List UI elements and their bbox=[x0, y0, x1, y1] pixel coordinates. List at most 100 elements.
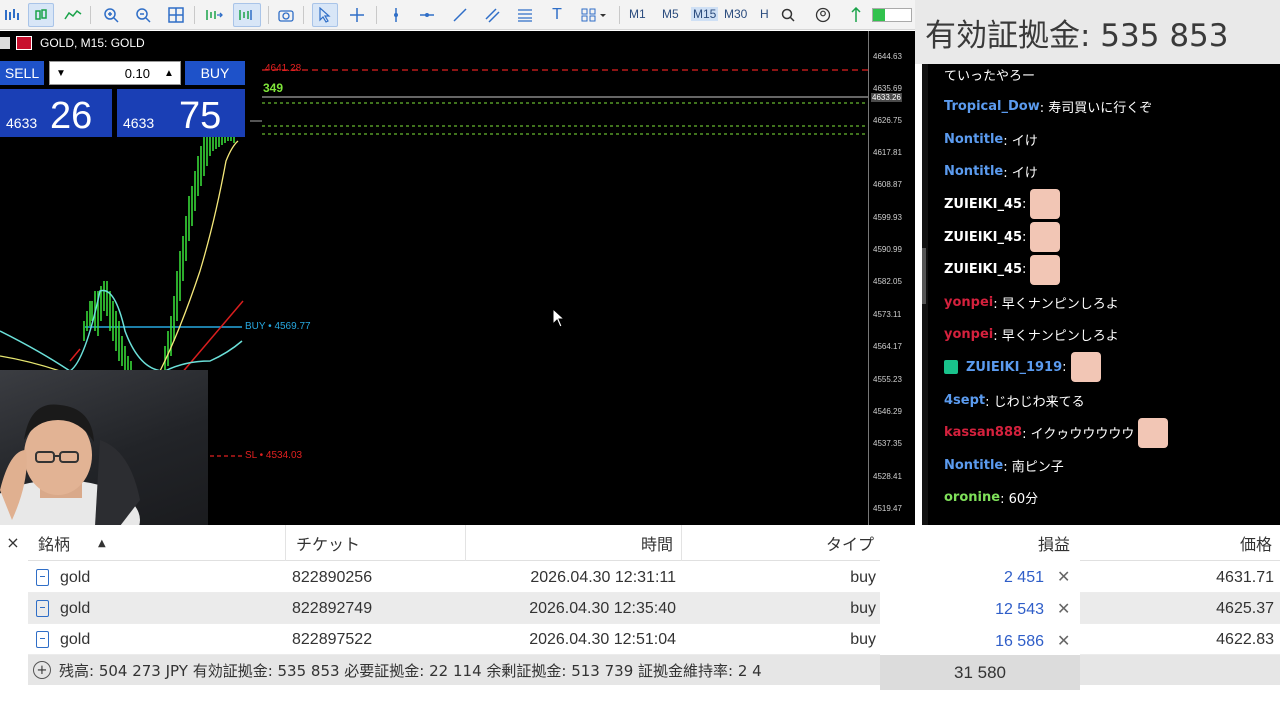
chat-emote-icon bbox=[1030, 254, 1061, 285]
chat-text: : イクゥウウウウウ bbox=[1022, 427, 1135, 443]
price-label: 4635.69 bbox=[873, 84, 902, 93]
chat-author[interactable]: yonpei bbox=[944, 327, 993, 342]
buy-price-pips: 75 bbox=[179, 95, 222, 137]
lot-size-value[interactable]: 0.10 bbox=[72, 66, 158, 81]
sell-price-box[interactable]: 4633 26 bbox=[0, 89, 112, 137]
trendline-icon[interactable] bbox=[449, 3, 471, 27]
screenshot-icon[interactable] bbox=[275, 3, 297, 27]
channel-icon[interactable] bbox=[481, 3, 503, 27]
candlestick-icon[interactable] bbox=[28, 3, 54, 27]
position-time: 2026.04.30 12:35:40 bbox=[529, 599, 676, 617]
chat-author[interactable]: Nontitle bbox=[944, 164, 1003, 179]
buy-order-line-label[interactable]: BUY • 4569.77 bbox=[245, 321, 311, 332]
sell-button[interactable]: SELL bbox=[0, 61, 44, 85]
position-row[interactable]: gold 822897522 2026.04.30 12:51:04 buy 4622.… bbox=[28, 624, 1280, 655]
close-position-icon[interactable]: ✕ bbox=[1057, 599, 1070, 618]
chat-text: : bbox=[1062, 359, 1067, 375]
column-ticket[interactable]: チケット bbox=[286, 525, 466, 561]
grid-icon[interactable] bbox=[165, 3, 187, 27]
signal-icon[interactable] bbox=[845, 3, 867, 27]
chart-title-text: GOLD, M15: GOLD bbox=[40, 36, 145, 50]
price-label: 4617.81 bbox=[873, 148, 902, 157]
close-position-icon[interactable]: ✕ bbox=[1057, 567, 1070, 586]
chat-author[interactable]: ZUIEIKI_45 bbox=[944, 262, 1022, 277]
chat-author[interactable]: ZUIEIKI_45 bbox=[944, 197, 1022, 212]
lot-decrease-icon[interactable]: ▼ bbox=[50, 68, 72, 79]
chat-author[interactable]: Nontitle bbox=[944, 132, 1003, 147]
price-label: 4546.29 bbox=[873, 407, 902, 416]
account-summary-text: 残高: 504 273 JPY 有効証拠金: 535 853 必要証拠金: 22… bbox=[59, 661, 762, 680]
chat-author[interactable]: ZUIEIKI_1919 bbox=[966, 360, 1062, 375]
price-label: 4608.87 bbox=[873, 180, 902, 189]
chat-author[interactable]: Nontitle bbox=[944, 458, 1003, 473]
price-label: 4626.75 bbox=[873, 116, 902, 125]
timeframe-m15[interactable]: M15 bbox=[691, 7, 719, 21]
close-icon[interactable]: × bbox=[4, 533, 22, 553]
fibonacci-icon[interactable] bbox=[514, 3, 536, 27]
cursor-tool-icon[interactable] bbox=[312, 3, 338, 27]
live-chat[interactable]: ていったやろー Tropical_Dow: 寿司買いに行くぞ Nontitle : イ… bbox=[922, 64, 1280, 525]
timeframe-h[interactable]: H bbox=[760, 7, 769, 21]
chat-author[interactable]: oronine bbox=[944, 490, 1000, 505]
column-time[interactable]: 時間 bbox=[466, 525, 682, 561]
line-chart-icon[interactable] bbox=[62, 3, 84, 27]
chat-message: kassan888: イクゥウウウウウ bbox=[944, 417, 1169, 449]
position-price: 4631.71 bbox=[1216, 568, 1274, 586]
price-label: 4528.41 bbox=[873, 472, 902, 481]
chat-scrollbar[interactable] bbox=[922, 64, 928, 525]
position-profit: 16 586 bbox=[995, 632, 1044, 650]
search-icon[interactable] bbox=[777, 3, 799, 27]
horizontal-line-icon[interactable] bbox=[416, 3, 438, 27]
vertical-line-icon[interactable] bbox=[385, 3, 407, 27]
timeframe-m30[interactable]: M30 bbox=[724, 7, 747, 21]
chat-text: : 60分 bbox=[1000, 492, 1039, 508]
zoom-in-icon[interactable] bbox=[100, 3, 122, 27]
column-price[interactable]: 価格 bbox=[1080, 525, 1280, 561]
shapes-dropdown-icon[interactable] bbox=[577, 3, 611, 27]
stop-loss-label[interactable]: SL • 4534.03 bbox=[245, 450, 302, 461]
chat-author[interactable]: 4sept bbox=[944, 393, 985, 408]
chat-author[interactable]: Tropical_Dow bbox=[944, 99, 1040, 114]
add-icon[interactable]: + bbox=[33, 661, 51, 679]
close-position-icon[interactable]: ✕ bbox=[1057, 631, 1070, 650]
position-symbol: gold bbox=[60, 599, 91, 617]
chat-author[interactable]: kassan888 bbox=[944, 425, 1022, 440]
position-ticket: 822897522 bbox=[292, 630, 373, 648]
account-icon[interactable] bbox=[812, 3, 834, 27]
buy-button[interactable]: BUY bbox=[185, 61, 245, 85]
lot-size-stepper[interactable]: ▼ 0.10 ▲ bbox=[49, 61, 181, 85]
chart-shift-icon[interactable] bbox=[233, 3, 261, 27]
chat-text: ていったやろー bbox=[944, 68, 1036, 84]
crosshair-icon[interactable] bbox=[346, 3, 368, 27]
timeframe-m5[interactable]: M5 bbox=[662, 7, 679, 21]
chat-emote-icon bbox=[1030, 222, 1061, 252]
chat-message: ZUIEIKI_45: bbox=[944, 188, 1061, 220]
position-price: 4622.83 bbox=[1216, 630, 1274, 648]
position-row[interactable]: gold 822890256 2026.04.30 12:31:11 buy 4631.… bbox=[28, 562, 1280, 593]
position-row[interactable]: gold 822892749 2026.04.30 12:35:40 buy 4625.… bbox=[28, 593, 1280, 624]
chat-message: ZUIEIKI_45: bbox=[944, 221, 1061, 253]
buy-price-box[interactable]: 4633 75 bbox=[117, 89, 245, 137]
bar-chart-icon[interactable] bbox=[2, 3, 22, 27]
chat-author[interactable]: yonpei bbox=[944, 295, 993, 310]
positions-table-header: 銘柄 ▲ チケット 時間 タイプ 価格 bbox=[28, 525, 1280, 561]
text-tool-icon[interactable]: T bbox=[546, 3, 568, 27]
timeframe-m1[interactable]: M1 bbox=[629, 7, 646, 21]
price-label: 4573.11 bbox=[873, 310, 902, 319]
column-type[interactable]: タイプ bbox=[682, 525, 880, 561]
chat-author[interactable]: ZUIEIKI_45 bbox=[944, 230, 1022, 245]
document-icon bbox=[36, 631, 49, 648]
webcam-overlay bbox=[0, 370, 208, 526]
chat-message: yonpei: 早くナンピンしろよ bbox=[944, 319, 1119, 351]
column-profit[interactable]: 損益 bbox=[880, 525, 1080, 561]
column-symbol[interactable]: 銘柄 ▲ bbox=[28, 525, 286, 561]
price-label: 4590.99 bbox=[873, 245, 902, 254]
position-symbol: gold bbox=[60, 630, 91, 648]
chat-message: Tropical_Dow: 寿司買いに行くぞ bbox=[944, 91, 1152, 123]
auto-scroll-icon[interactable] bbox=[202, 3, 226, 27]
price-axis[interactable]: 4644.63 4635.69 4633.26 4626.75 4617.81 … bbox=[868, 31, 915, 525]
lot-increase-icon[interactable]: ▲ bbox=[158, 68, 180, 79]
zoom-out-icon[interactable] bbox=[132, 3, 154, 27]
chart-menu-icon[interactable] bbox=[0, 37, 10, 49]
position-profit: 2 451 bbox=[1003, 568, 1044, 586]
